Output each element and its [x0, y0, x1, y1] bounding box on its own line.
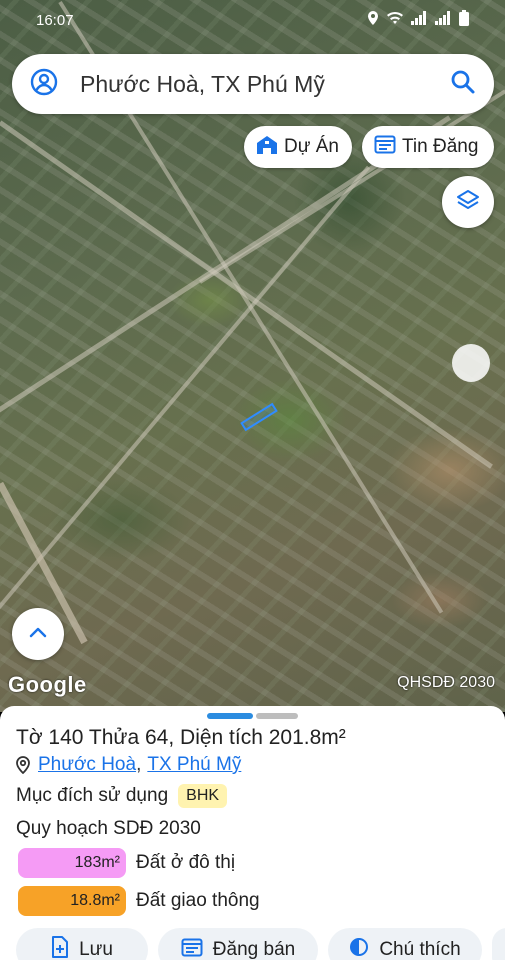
chip-tin-dang-label: Tin Đăng [402, 136, 479, 157]
legend-label: Chú thích [379, 939, 461, 960]
zone-area-badge: 183m² [18, 848, 126, 878]
chip-tin-dang[interactable]: Tin Đăng [362, 126, 494, 168]
layers-icon [456, 188, 480, 217]
action-bar: Lưu Đăng bán Chú thích [16, 928, 505, 960]
zone-row: 183m² Đất ở đô thị [18, 848, 235, 878]
zone-row: 18.8m² Đất giao thông [18, 886, 260, 916]
sheet-handle-active[interactable] [207, 713, 253, 719]
status-time: 16:07 [36, 11, 74, 29]
post-sale-label: Đăng bán [212, 939, 296, 960]
zone-label: Đất giao thông [136, 890, 260, 911]
map-layer-label: QHSDĐ 2030 [397, 674, 495, 691]
parcel-location: Phước Hoà , TX Phú Mỹ [16, 754, 241, 776]
more-actions-button[interactable] [492, 928, 505, 960]
chip-du-an-label: Dự Án [284, 136, 339, 157]
map-marker-dot[interactable] [452, 344, 490, 382]
location-separator: , [136, 754, 142, 775]
sheet-handle[interactable] [256, 713, 298, 719]
post-sale-button[interactable]: Đăng bán [158, 928, 318, 960]
signal-icon-2 [435, 11, 451, 29]
layers-button[interactable] [442, 176, 494, 228]
save-button[interactable]: Lưu [16, 928, 148, 960]
wifi-icon [387, 11, 403, 29]
purpose-badge: BHK [178, 784, 228, 808]
zone-area-badge: 18.8m² [18, 886, 126, 916]
calendar-list-icon [374, 134, 396, 160]
parcel-info-sheet[interactable]: Tờ 140 Thửa 64, Diện tích 201.8m² Phước … [0, 706, 505, 960]
location-pin-icon [16, 756, 30, 774]
town-link[interactable]: TX Phú Mỹ [147, 754, 241, 776]
add-file-icon [51, 936, 69, 960]
legend-button[interactable]: Chú thích [328, 928, 482, 960]
expand-up-button[interactable] [12, 608, 64, 660]
parcel-title: Tờ 140 Thửa 64, Diện tích 201.8m² [16, 726, 346, 749]
chip-du-an[interactable]: Dự Án [244, 126, 352, 168]
zone-label: Đất ở đô thị [136, 852, 236, 873]
search-icon[interactable] [450, 69, 476, 100]
selected-parcel[interactable] [240, 402, 278, 432]
account-icon[interactable] [30, 68, 58, 101]
land-use-purpose: Mục đích sử dụng BHK [16, 784, 228, 808]
google-logo: Google [8, 672, 87, 697]
location-status-icon [367, 11, 379, 29]
save-label: Lưu [79, 939, 113, 960]
search-location-title[interactable]: Phước Hoà, TX Phú Mỹ [80, 71, 450, 98]
building-icon [256, 134, 278, 160]
calendar-list-icon [181, 937, 203, 960]
status-bar: 16:07 [0, 0, 505, 40]
signal-icon [411, 11, 427, 29]
contrast-icon [349, 937, 369, 960]
plan-title: Quy hoạch SDĐ 2030 [16, 818, 201, 839]
purpose-label: Mục đích sử dụng [16, 785, 169, 806]
chevron-up-icon [29, 625, 47, 643]
ward-link[interactable]: Phước Hoà [38, 754, 136, 776]
search-bar[interactable]: Phước Hoà, TX Phú Mỹ [12, 54, 494, 114]
battery-icon [459, 10, 469, 30]
